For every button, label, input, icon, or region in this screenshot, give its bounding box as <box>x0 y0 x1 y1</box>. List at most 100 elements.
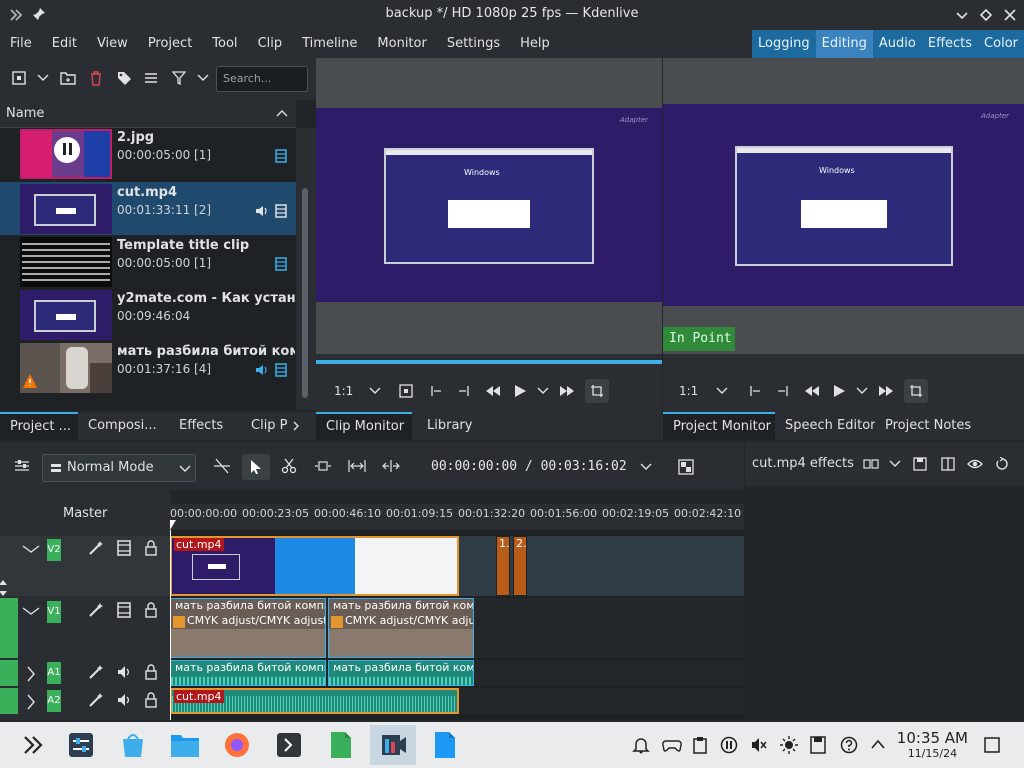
tab-speech-editor[interactable]: Speech Editor <box>775 412 875 440</box>
lock-icon[interactable] <box>144 602 158 618</box>
volume-muted-icon[interactable] <box>750 736 768 754</box>
menu-project[interactable]: Project <box>138 30 202 58</box>
bin-search-input[interactable]: Search... <box>216 66 308 92</box>
storage-icon[interactable] <box>810 736 826 754</box>
bin-item-y2mate[interactable]: y2mate.com - Как установи 00:09:46:04 <box>0 288 296 341</box>
timeline-clip-v1-2[interactable]: мать разбила битой компь CMYK adjust/CMY… <box>328 598 474 658</box>
effect-split-icon[interactable] <box>941 457 955 471</box>
menu-help[interactable]: Help <box>510 30 560 58</box>
workspace-logging[interactable]: Logging <box>752 30 816 58</box>
workspace-color[interactable]: Color <box>978 30 1024 58</box>
magic-wand-icon[interactable] <box>88 692 104 708</box>
ripple-tool-icon[interactable] <box>348 459 366 473</box>
resize-handle-icon[interactable] <box>0 580 8 596</box>
show-desktop-icon[interactable] <box>984 737 1000 753</box>
menu-timeline[interactable]: Timeline <box>292 30 367 58</box>
file-manager-icon[interactable] <box>168 728 202 762</box>
timecode-chevron-down-icon[interactable] <box>640 462 652 472</box>
track-header-v1[interactable]: V1 <box>0 598 170 658</box>
track-header-v2[interactable]: V2 <box>0 536 170 596</box>
timeline-clip-v2-small-1[interactable]: 1. <box>496 536 510 596</box>
menu-clip[interactable]: Clip <box>248 30 293 58</box>
crop-icon[interactable] <box>904 379 929 403</box>
chevron-down-icon[interactable] <box>37 73 49 83</box>
magic-wand-icon[interactable] <box>88 664 104 680</box>
close-icon[interactable] <box>1003 8 1017 22</box>
lock-icon[interactable] <box>144 540 158 556</box>
selection-tool-icon[interactable] <box>242 454 270 480</box>
zoom-level[interactable]: 1:1 <box>663 384 706 398</box>
split-view-icon[interactable] <box>678 459 694 475</box>
timeline-clip-a1-1[interactable]: мать разбила битой компьк <box>170 660 326 686</box>
workspace-editing[interactable]: Editing <box>815 30 873 58</box>
edit-mode-select[interactable]: Normal Mode <box>42 454 196 482</box>
speaker-icon[interactable] <box>116 664 132 680</box>
reset-icon[interactable] <box>995 457 1009 471</box>
slip-tool-icon[interactable] <box>314 459 332 473</box>
sort-chevron-up-icon[interactable] <box>276 108 288 118</box>
timeline-clip-v2-cut-mp4[interactable]: cut.mp4 <box>170 536 459 596</box>
tab-project-notes[interactable]: Project Notes <box>875 412 985 440</box>
play-icon[interactable] <box>513 384 527 398</box>
track-expand-chevron-icon[interactable] <box>26 694 36 710</box>
workspace-audio[interactable]: Audio <box>873 30 922 58</box>
clip-monitor-ruler[interactable] <box>316 354 662 370</box>
bin-column-header[interactable]: Name <box>0 100 296 128</box>
fast-forward-icon[interactable] <box>559 384 575 398</box>
help-icon[interactable] <box>840 736 858 754</box>
track-name-v2[interactable]: V2 <box>47 539 61 561</box>
play-chevron-down-icon[interactable] <box>537 386 549 396</box>
filter-chevron-down-icon[interactable] <box>197 73 209 83</box>
menu-tool[interactable]: Tool <box>202 30 247 58</box>
add-clip-icon[interactable] <box>12 71 26 85</box>
razor-tool-icon[interactable] <box>281 458 297 474</box>
save-effect-icon[interactable] <box>913 457 927 471</box>
list-view-icon[interactable] <box>144 71 158 85</box>
set-out-icon[interactable] <box>776 384 790 398</box>
bin-item-template-title[interactable]: Template title clip 00:00:05:00 [1] <box>0 235 296 288</box>
tag-icon[interactable] <box>116 70 132 86</box>
add-folder-icon[interactable] <box>60 71 76 85</box>
minimize-icon[interactable] <box>955 8 969 22</box>
system-settings-icon[interactable] <box>64 728 98 762</box>
clip-monitor[interactable]: Adapter Windows 1:1 <box>316 58 662 412</box>
maximize-icon[interactable] <box>979 8 993 22</box>
speaker-icon[interactable] <box>116 692 132 708</box>
fast-forward-icon[interactable] <box>878 384 894 398</box>
track-collapse-chevron-icon[interactable] <box>22 606 40 616</box>
tab-project-monitor[interactable]: Project Monitor <box>663 412 775 440</box>
bin-scrollbar[interactable] <box>296 128 316 410</box>
zoom-level[interactable]: 1:1 <box>316 384 361 398</box>
rewind-icon[interactable] <box>485 384 501 398</box>
menu-settings[interactable]: Settings <box>437 30 510 58</box>
clock[interactable]: 10:35 AM 11/15/24 <box>897 729 968 760</box>
menu-view[interactable]: View <box>87 30 138 58</box>
set-out-icon[interactable] <box>457 384 471 398</box>
project-monitor-screen[interactable]: Adapter Windows <box>663 104 1024 306</box>
crop-icon[interactable] <box>585 379 610 403</box>
set-in-icon[interactable] <box>748 384 762 398</box>
compare-icon[interactable] <box>863 458 879 470</box>
timeline-clip-a2-cut-mp4[interactable]: cut.mp4 <box>170 688 459 714</box>
track-name-v1[interactable]: V1 <box>47 601 61 623</box>
tab-effects[interactable]: Effects <box>166 412 236 440</box>
lock-icon[interactable] <box>144 664 158 680</box>
play-chevron-down-icon[interactable] <box>856 386 868 396</box>
set-in-icon[interactable] <box>429 384 443 398</box>
launcher-icon[interactable] <box>16 728 50 762</box>
kdenlive-taskbar-icon[interactable] <box>370 725 416 765</box>
zoom-chevron-down-icon[interactable] <box>369 386 381 396</box>
brightness-icon[interactable] <box>780 736 798 754</box>
project-monitor[interactable]: Adapter Windows 1:1 <box>663 58 1024 412</box>
project-monitor-ruler[interactable] <box>663 354 1024 370</box>
tab-library[interactable]: Library <box>417 412 487 440</box>
track-header-a2[interactable]: A2 <box>0 688 170 714</box>
play-icon[interactable] <box>832 384 846 398</box>
bin-item-2jpg[interactable]: 2.jpg 00:00:05:00 [1] <box>0 128 296 180</box>
bin-item-cut-mp4[interactable]: cut.mp4 00:01:33:11 [2] <box>0 182 296 235</box>
bin-item-mat-razbila[interactable]: мать разбила битой компь 00:01:37:16 [4] <box>0 341 296 394</box>
tab-scroll-chevron-icon[interactable] <box>292 412 300 440</box>
track-collapse-chevron-icon[interactable] <box>22 544 40 554</box>
zoom-chevron-down-icon[interactable] <box>716 386 728 396</box>
tab-project-bin[interactable]: Project ... <box>0 412 78 440</box>
